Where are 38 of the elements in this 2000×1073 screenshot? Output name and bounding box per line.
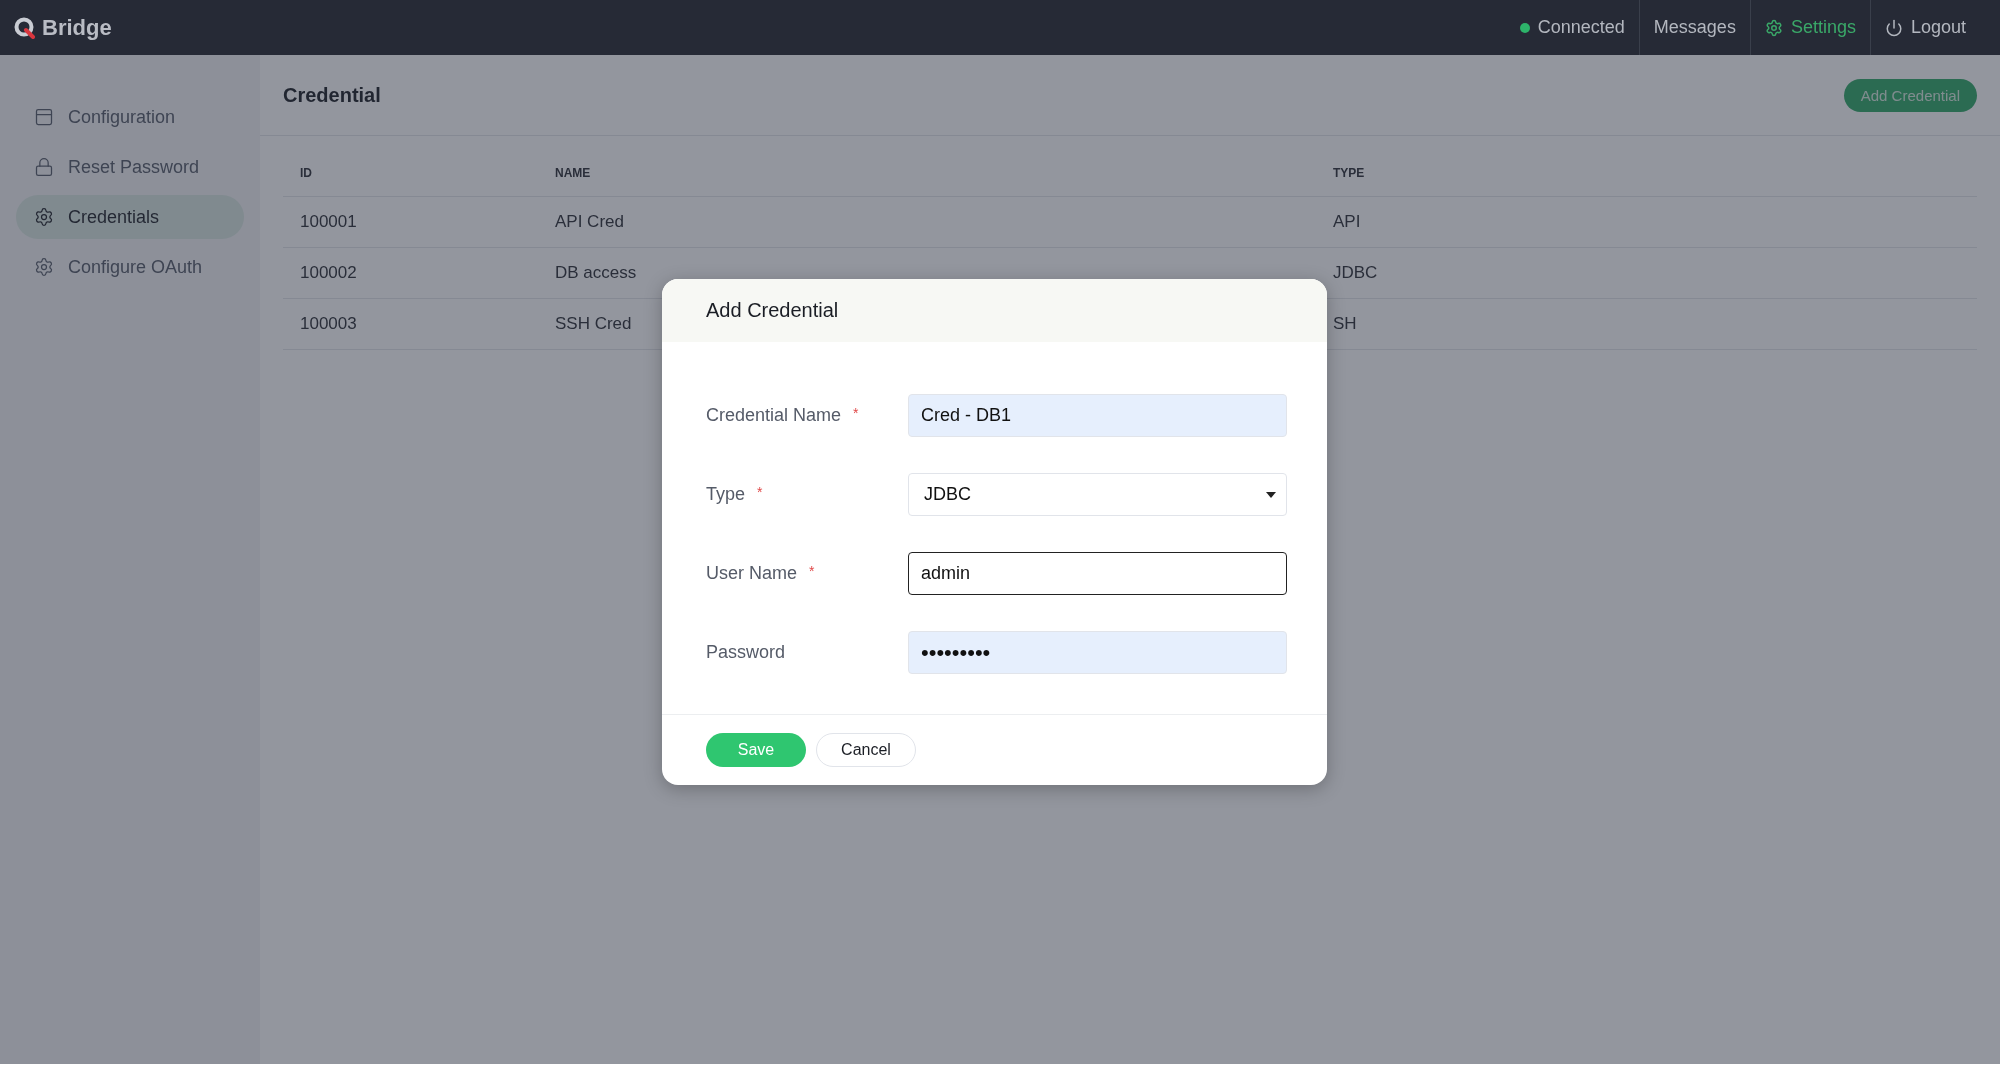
type-select[interactable]: JDBC <box>908 473 1287 516</box>
required-mark: * <box>853 405 859 421</box>
field-label: Credential Name <box>706 405 842 426</box>
layout-icon <box>34 107 54 127</box>
field-label: User Name <box>706 563 798 584</box>
gear-icon <box>34 257 54 277</box>
nav-link[interactable]: Connected <box>1505 0 1639 55</box>
column-header: TYPE <box>1333 166 1366 180</box>
input-field[interactable]: ••••••••• <box>908 631 1287 674</box>
cancel-button[interactable]: Cancel <box>816 733 916 767</box>
column-header: NAME <box>555 166 592 180</box>
table-cell-text: API Cred <box>555 212 625 232</box>
field-label: Type <box>706 484 746 505</box>
logo-icon <box>14 16 36 39</box>
required-mark: * <box>809 563 815 579</box>
dialog-title: Add Credential <box>706 299 839 322</box>
table-cell-text: 100001 <box>300 212 358 232</box>
required-mark: * <box>757 484 763 500</box>
input-field[interactable]: admin <box>908 552 1287 595</box>
column-header: ID <box>300 166 313 180</box>
table-cell-text: API <box>1333 212 1362 232</box>
gear-icon <box>34 207 54 227</box>
table-cell-text: SSH Cred <box>555 314 633 334</box>
field-label: Password <box>706 642 786 663</box>
status-dot <box>1519 22 1530 33</box>
sidebar-item[interactable]: Credentials <box>16 195 244 239</box>
power-icon <box>1884 18 1903 37</box>
table-cell-text: DB access <box>555 263 638 283</box>
settings-icon <box>1764 18 1783 37</box>
table-cell-text: SH <box>1333 314 1358 334</box>
table-cell-text: JDBC <box>1333 263 1379 283</box>
table-cell-text: 100003 <box>300 314 358 334</box>
table-cell-text: 100002 <box>300 263 358 283</box>
caret-icon <box>1266 491 1276 498</box>
input-field[interactable]: Cred - DB1 <box>908 394 1287 437</box>
page-title: Credential <box>283 83 381 107</box>
app-name: Bridge <box>42 14 112 41</box>
lock-icon <box>34 157 54 177</box>
